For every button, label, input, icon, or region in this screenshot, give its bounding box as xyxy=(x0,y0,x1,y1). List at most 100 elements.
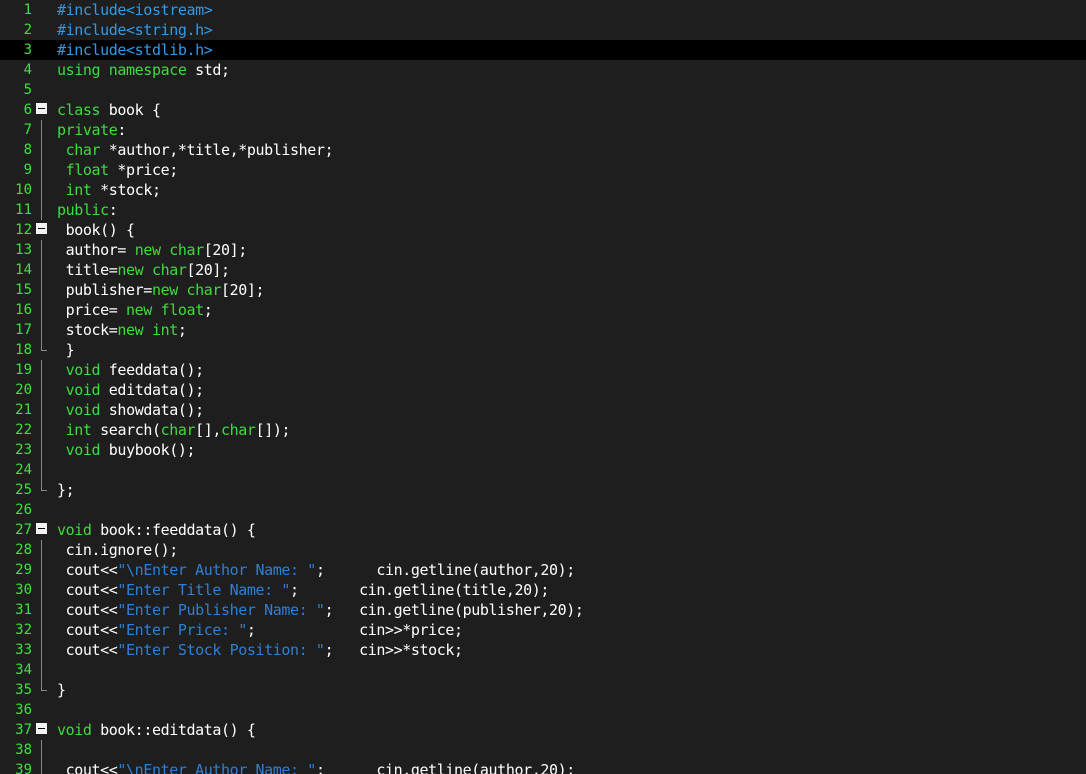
code-line[interactable]: 25}; xyxy=(0,480,1086,500)
code-line[interactable]: 9 float *price; xyxy=(0,160,1086,180)
code-text: int search(char[],char[]); xyxy=(57,420,1086,440)
line-number: 6 xyxy=(23,102,32,118)
code-token: new char xyxy=(134,241,204,259)
line-number: 27 xyxy=(15,522,32,538)
code-token: "Enter Price: " xyxy=(117,621,247,639)
code-line[interactable]: 38 xyxy=(0,740,1086,760)
code-text: char *author,*title,*publisher; xyxy=(57,140,1086,160)
code-text: }; xyxy=(57,480,1086,500)
code-token: editdata(); xyxy=(100,381,204,399)
code-line[interactable]: 32 cout<<"Enter Price: "; cin>>*price; xyxy=(0,620,1086,640)
fold-guide-line xyxy=(36,320,50,340)
line-number: 36 xyxy=(15,702,32,718)
code-line[interactable]: 21 void showdata(); xyxy=(0,400,1086,420)
code-text: void buybook(); xyxy=(57,440,1086,460)
code-line[interactable]: 7 private: xyxy=(0,120,1086,140)
code-line[interactable]: 15 publisher=new char[20]; xyxy=(0,280,1086,300)
code-line[interactable]: 2 #include<string.h> xyxy=(0,20,1086,40)
code-line[interactable]: 33 cout<<"Enter Stock Position: "; cin>>… xyxy=(0,640,1086,660)
code-line[interactable]: 27 void book::feeddata() { xyxy=(0,520,1086,540)
code-line[interactable]: 12 book() { xyxy=(0,220,1086,240)
code-token: private xyxy=(57,121,118,139)
line-number: 34 xyxy=(15,662,32,678)
code-token: cout<< xyxy=(57,561,118,579)
code-line[interactable]: 8 char *author,*title,*publisher; xyxy=(0,140,1086,160)
fold-collapse-icon[interactable] xyxy=(36,520,50,540)
code-token: using namespace xyxy=(57,61,187,79)
code-line[interactable]: 3 #include<stdlib.h> xyxy=(0,40,1086,60)
code-line[interactable]: 26 xyxy=(0,500,1086,520)
code-line[interactable]: 35} xyxy=(0,680,1086,700)
line-number: 35 xyxy=(15,682,32,698)
fold-guide-line xyxy=(36,620,50,640)
code-token: "Enter Stock Position: " xyxy=(117,641,325,659)
code-text: stock=new int; xyxy=(57,320,1086,340)
line-number: 12 xyxy=(15,222,32,238)
line-number: 31 xyxy=(15,602,32,618)
code-line[interactable]: 29 cout<<"\nEnter Author Name: "; cin.ge… xyxy=(0,560,1086,580)
line-number: 8 xyxy=(23,142,32,158)
code-line[interactable]: 11 public: xyxy=(0,200,1086,220)
code-text: public: xyxy=(57,200,1086,220)
fold-guide-line xyxy=(36,640,50,660)
line-number: 25 xyxy=(15,482,32,498)
code-line[interactable]: 4 using namespace std; xyxy=(0,60,1086,80)
code-line[interactable]: 13 author= new char[20]; xyxy=(0,240,1086,260)
fold-collapse-icon[interactable] xyxy=(36,220,50,240)
code-token: search( xyxy=(91,421,161,439)
line-number: 13 xyxy=(15,242,32,258)
line-number: 37 xyxy=(15,722,32,738)
code-line[interactable]: 31 cout<<"Enter Publisher Name: "; cin.g… xyxy=(0,600,1086,620)
line-number: 3 xyxy=(23,42,32,58)
code-token: ; cin>>*price; xyxy=(246,621,463,639)
code-token: cout<< xyxy=(57,601,118,619)
code-token: [20]; xyxy=(221,281,265,299)
code-token: author= xyxy=(57,241,135,259)
code-token: int xyxy=(65,181,92,199)
line-number: 1 xyxy=(23,2,32,18)
fold-end-marker xyxy=(36,480,50,500)
code-text: book() { xyxy=(57,220,1086,240)
code-line[interactable]: 22 int search(char[],char[]); xyxy=(0,420,1086,440)
code-editor[interactable]: 1 #include<iostream> 2 #include<string.h> 3 #… xyxy=(0,0,1086,774)
code-line[interactable]: 19 void feeddata(); xyxy=(0,360,1086,380)
code-line[interactable]: 18 } xyxy=(0,340,1086,360)
code-line[interactable]: 16 price= new float; xyxy=(0,300,1086,320)
code-token: std; xyxy=(186,61,230,79)
line-number: 38 xyxy=(15,742,32,758)
code-token: : xyxy=(108,201,118,219)
code-line[interactable]: 37 void book::editdata() { xyxy=(0,720,1086,740)
code-line[interactable]: 28 cin.ignore(); xyxy=(0,540,1086,560)
code-line[interactable]: 36 xyxy=(0,700,1086,720)
code-line[interactable]: 14 title=new char[20]; xyxy=(0,260,1086,280)
code-line[interactable]: 1 #include<iostream> xyxy=(0,0,1086,20)
code-token: book { xyxy=(100,101,161,119)
code-text: void book::feeddata() { xyxy=(57,520,1086,540)
line-number: 32 xyxy=(15,622,32,638)
code-line[interactable]: 5 xyxy=(0,80,1086,100)
fold-collapse-icon[interactable] xyxy=(36,100,50,120)
fold-guide-line xyxy=(36,140,50,160)
code-line[interactable]: 24 xyxy=(0,460,1086,480)
code-line[interactable]: 23 void buybook(); xyxy=(0,440,1086,460)
code-line[interactable]: 20 void editdata(); xyxy=(0,380,1086,400)
line-number: 30 xyxy=(15,582,32,598)
fold-guide-line xyxy=(36,400,50,420)
code-line[interactable]: 10 int *stock; xyxy=(0,180,1086,200)
fold-guide-line xyxy=(36,540,50,560)
code-token: ; cin.getline(author,20); xyxy=(315,761,575,774)
code-text: cin.ignore(); xyxy=(57,540,1086,560)
code-text: #include<string.h> xyxy=(57,20,1086,40)
code-line[interactable]: 6 class book { xyxy=(0,100,1086,120)
code-line[interactable]: 17 stock=new int; xyxy=(0,320,1086,340)
code-line[interactable]: 39 cout<<"\nEnter Author Name: "; cin.ge… xyxy=(0,760,1086,774)
code-token: char xyxy=(65,141,101,159)
fold-collapse-icon[interactable] xyxy=(36,720,50,740)
code-token: int xyxy=(65,421,92,439)
code-line[interactable]: 30 cout<<"Enter Title Name: "; cin.getli… xyxy=(0,580,1086,600)
code-line[interactable]: 34 xyxy=(0,660,1086,680)
